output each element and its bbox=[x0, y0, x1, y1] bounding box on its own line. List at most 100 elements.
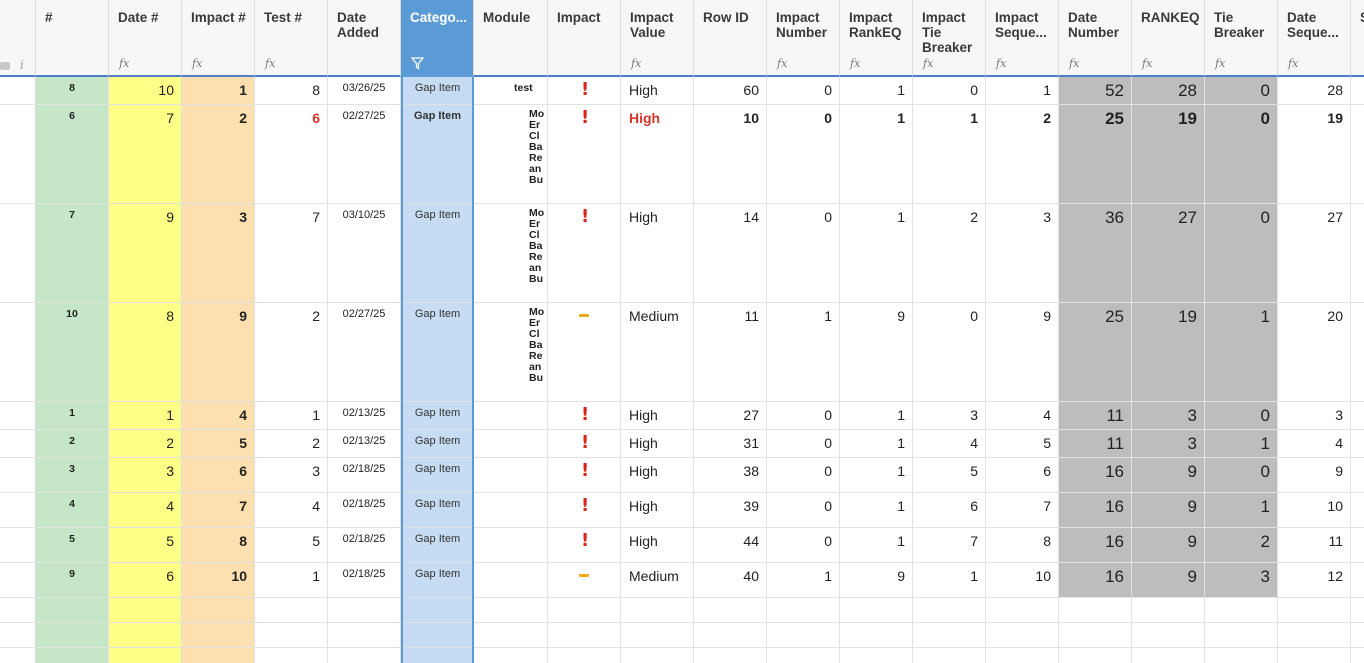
table-cell[interactable]: ! bbox=[548, 77, 620, 105]
table-cell[interactable]: 8 bbox=[36, 77, 108, 105]
table-cell[interactable]: 9 bbox=[109, 204, 181, 303]
table-cell[interactable]: 6 bbox=[109, 563, 181, 598]
table-cell[interactable] bbox=[840, 648, 912, 663]
table-cell[interactable]: 19 bbox=[1278, 105, 1350, 204]
table-cell[interactable]: 4 bbox=[255, 493, 327, 528]
table-cell[interactable]: 4 bbox=[36, 493, 108, 528]
table-cell[interactable]: 03/26/25 bbox=[328, 77, 400, 105]
table-cell[interactable]: Gap Item bbox=[403, 303, 472, 402]
table-cell[interactable]: 5 bbox=[913, 458, 985, 493]
table-cell[interactable] bbox=[109, 598, 181, 623]
table-cell[interactable]: 5 bbox=[255, 528, 327, 563]
table-cell[interactable]: 27 bbox=[1132, 204, 1204, 303]
table-cell[interactable] bbox=[474, 598, 547, 623]
table-cell[interactable] bbox=[328, 648, 400, 663]
column-header-category[interactable]: Catego... bbox=[401, 0, 474, 77]
table-cell[interactable] bbox=[328, 598, 400, 623]
table-cell[interactable] bbox=[548, 563, 620, 598]
table-cell[interactable]: 27 bbox=[694, 402, 766, 430]
table-cell[interactable]: 3 bbox=[1205, 563, 1277, 598]
table-cell[interactable]: test bbox=[474, 77, 547, 105]
table-cell[interactable] bbox=[474, 493, 547, 528]
table-cell[interactable]: 5 bbox=[986, 430, 1058, 458]
table-cell[interactable]: 02/18/25 bbox=[328, 493, 400, 528]
table-cell[interactable] bbox=[548, 648, 620, 663]
table-cell[interactable] bbox=[182, 648, 254, 663]
table-cell[interactable]: High bbox=[621, 528, 693, 563]
table-cell[interactable]: 27 bbox=[1278, 204, 1350, 303]
table-cell[interactable]: 1 bbox=[36, 402, 108, 430]
table-cell[interactable]: 9 bbox=[1132, 458, 1204, 493]
table-cell[interactable]: 1 bbox=[1205, 430, 1277, 458]
table-cell[interactable]: 3 bbox=[913, 402, 985, 430]
table-cell[interactable]: 2 bbox=[986, 105, 1058, 204]
table-cell[interactable]: 3 bbox=[182, 204, 254, 303]
table-cell[interactable] bbox=[694, 648, 766, 663]
table-cell[interactable]: 11 bbox=[1278, 528, 1350, 563]
table-cell[interactable]: High bbox=[621, 493, 693, 528]
table-cell[interactable] bbox=[548, 598, 620, 623]
table-cell[interactable] bbox=[986, 648, 1058, 663]
table-cell[interactable]: 2 bbox=[255, 430, 327, 458]
row-header[interactable] bbox=[0, 623, 36, 648]
table-cell[interactable] bbox=[840, 598, 912, 623]
table-cell[interactable] bbox=[1351, 648, 1364, 663]
table-cell[interactable]: 3 bbox=[986, 204, 1058, 303]
table-cell[interactable]: ! bbox=[548, 402, 620, 430]
row-header[interactable] bbox=[0, 430, 36, 458]
table-cell[interactable]: 2 bbox=[109, 430, 181, 458]
table-cell[interactable]: Medium bbox=[621, 563, 693, 598]
table-cell[interactable] bbox=[1059, 598, 1131, 623]
table-cell[interactable]: 8 bbox=[182, 528, 254, 563]
table-cell[interactable]: 3 bbox=[36, 458, 108, 493]
table-cell[interactable]: 38 bbox=[694, 458, 766, 493]
column-header-impact_number[interactable]: Impact Number fx bbox=[767, 0, 840, 77]
table-cell[interactable]: ! bbox=[548, 458, 620, 493]
table-cell[interactable]: 1 bbox=[986, 77, 1058, 105]
table-cell[interactable]: 19 bbox=[1132, 105, 1204, 204]
table-cell[interactable] bbox=[840, 623, 912, 648]
table-cell[interactable]: 19 bbox=[1132, 303, 1204, 402]
table-cell[interactable]: 10 bbox=[986, 563, 1058, 598]
table-cell[interactable]: 3 bbox=[109, 458, 181, 493]
table-cell[interactable]: 1 bbox=[840, 493, 912, 528]
table-cell[interactable]: 6 bbox=[36, 105, 108, 204]
table-cell[interactable]: High bbox=[621, 105, 693, 204]
sheet-grid[interactable]: i #8 6 7 10 1 2 3 4 5 9 Date # fx 10 7 9 8 1 2 3 4 5 6 Impact … bbox=[0, 0, 1364, 663]
table-cell[interactable]: 5 bbox=[182, 430, 254, 458]
table-cell[interactable]: 10 bbox=[182, 563, 254, 598]
table-cell[interactable]: 1 bbox=[255, 402, 327, 430]
table-cell[interactable] bbox=[1351, 430, 1364, 458]
table-cell[interactable]: 28 bbox=[1278, 77, 1350, 105]
table-cell[interactable] bbox=[694, 598, 766, 623]
table-cell[interactable]: 1 bbox=[840, 77, 912, 105]
table-cell[interactable]: 0 bbox=[913, 77, 985, 105]
table-cell[interactable]: 6 bbox=[986, 458, 1058, 493]
table-cell[interactable]: 20 bbox=[1278, 303, 1350, 402]
table-cell[interactable]: 3 bbox=[1132, 402, 1204, 430]
table-cell[interactable] bbox=[474, 563, 547, 598]
table-cell[interactable]: 1 bbox=[182, 77, 254, 105]
table-cell[interactable] bbox=[1351, 528, 1364, 563]
table-cell[interactable]: 12 bbox=[1278, 563, 1350, 598]
table-cell[interactable]: 60 bbox=[694, 77, 766, 105]
table-cell[interactable] bbox=[1132, 598, 1204, 623]
table-cell[interactable] bbox=[548, 303, 620, 402]
table-cell[interactable]: 0 bbox=[1205, 458, 1277, 493]
table-cell[interactable] bbox=[621, 598, 693, 623]
table-cell[interactable]: 9 bbox=[986, 303, 1058, 402]
table-cell[interactable] bbox=[1351, 598, 1364, 623]
table-cell[interactable]: 0 bbox=[1205, 105, 1277, 204]
table-cell[interactable]: Gap Item bbox=[403, 430, 472, 458]
table-cell[interactable] bbox=[474, 430, 547, 458]
table-cell[interactable]: 2 bbox=[1205, 528, 1277, 563]
table-cell[interactable]: 9 bbox=[1132, 563, 1204, 598]
table-cell[interactable] bbox=[1205, 648, 1277, 663]
table-cell[interactable]: 8 bbox=[986, 528, 1058, 563]
column-header-row_id[interactable]: Row ID bbox=[694, 0, 767, 77]
table-cell[interactable]: 2 bbox=[182, 105, 254, 204]
table-cell[interactable]: ! bbox=[548, 528, 620, 563]
row-header[interactable] bbox=[0, 648, 36, 663]
column-header-impact[interactable]: Impact bbox=[548, 0, 621, 77]
table-cell[interactable] bbox=[1351, 623, 1364, 648]
